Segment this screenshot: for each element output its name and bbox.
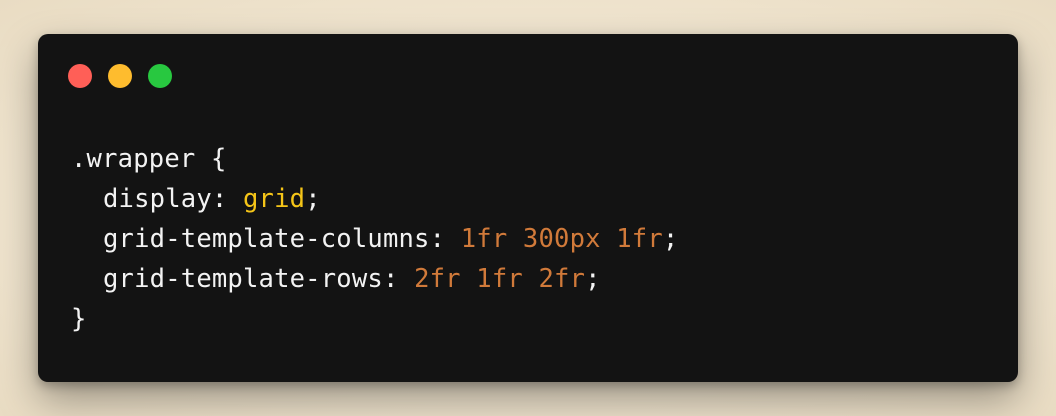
code-line-2: display: grid; <box>71 179 678 219</box>
code-block: .wrapper {display: grid; grid-template-co… <box>71 139 678 339</box>
css-selector: .wrapper <box>71 144 196 174</box>
css-property: grid-template-rows <box>103 264 383 294</box>
code-line-1: .wrapper { <box>71 139 678 179</box>
css-value-keyword: grid <box>242 184 306 214</box>
css-property: grid-template-columns <box>103 224 430 254</box>
css-value-number: 1fr 300px 1fr <box>460 224 663 254</box>
window-controls <box>68 64 172 88</box>
minimize-button[interactable] <box>108 64 132 88</box>
close-button[interactable] <box>68 64 92 88</box>
code-line-5: } <box>71 299 678 339</box>
css-property: display <box>103 184 212 214</box>
code-window: .wrapper {display: grid; grid-template-co… <box>38 34 1018 382</box>
colon: : <box>211 184 243 214</box>
semicolon: ; <box>585 264 601 294</box>
css-value-number: 2fr 1fr 2fr <box>414 264 586 294</box>
maximize-button[interactable] <box>148 64 172 88</box>
code-line-3: grid-template-columns: 1fr 300px 1fr; <box>71 219 678 259</box>
open-brace: { <box>195 144 227 174</box>
semicolon: ; <box>662 224 679 254</box>
colon: : <box>382 264 415 294</box>
code-line-4: grid-template-rows: 2fr 1fr 2fr; <box>71 259 678 299</box>
semicolon: ; <box>305 184 321 214</box>
close-brace: } <box>71 304 87 334</box>
colon: : <box>429 224 461 254</box>
